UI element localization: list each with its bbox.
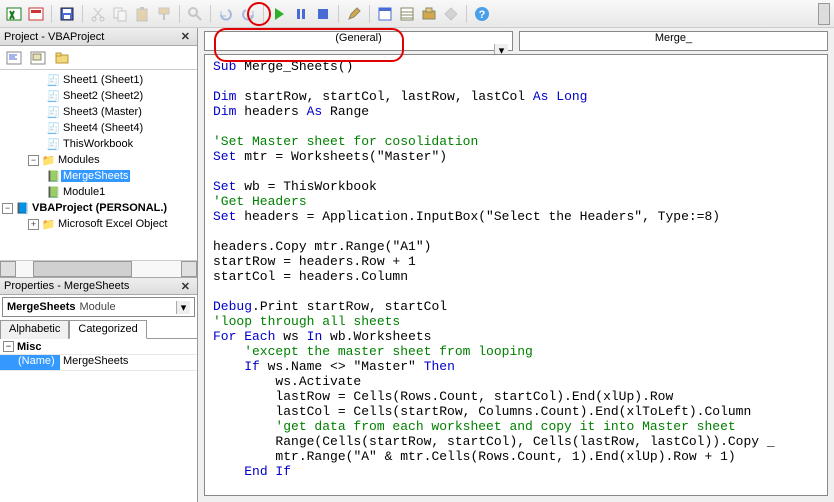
- procedure-combo-value: Merge_: [655, 32, 692, 44]
- svg-text:?: ?: [479, 9, 486, 21]
- tree-node-mergesheets[interactable]: 📗MergeSheets: [0, 168, 197, 184]
- project-tree-scrollbar[interactable]: [0, 260, 197, 277]
- code-text[interactable]: Sub Merge_Sheets() Dim startRow, startCo…: [205, 55, 827, 483]
- main-toolbar: ?: [0, 0, 834, 28]
- paste-icon[interactable]: [132, 4, 152, 24]
- project-icon: 📘: [15, 202, 30, 215]
- properties-object-combo[interactable]: MergeSheets Module ▾: [2, 297, 195, 317]
- code-pane[interactable]: Sub Merge_Sheets() Dim startRow, startCo…: [204, 54, 828, 496]
- tree-node-modules[interactable]: −📁Modules: [0, 152, 197, 168]
- properties-object-name: MergeSheets: [7, 301, 75, 313]
- tree-node-excel-objects[interactable]: +📁Microsoft Excel Object: [0, 216, 197, 232]
- expand-icon[interactable]: +: [28, 219, 39, 230]
- tree-node-personal[interactable]: −📘VBAProject (PERSONAL.): [0, 200, 197, 216]
- break-icon[interactable]: [291, 4, 311, 24]
- collapse-icon[interactable]: −: [2, 203, 13, 214]
- code-combos: (General) ▾ Merge_: [198, 28, 834, 54]
- save-icon[interactable]: [57, 4, 77, 24]
- tree-node-sheet4[interactable]: 🧾Sheet4 (Sheet4): [0, 120, 197, 136]
- reset-icon[interactable]: [313, 4, 333, 24]
- project-tree[interactable]: 🧾Sheet1 (Sheet1) 🧾Sheet2 (Sheet2) 🧾Sheet…: [0, 70, 197, 260]
- tree-node-sheet1[interactable]: 🧾Sheet1 (Sheet1): [0, 72, 197, 88]
- project-panel-close-icon[interactable]: ✕: [178, 30, 193, 43]
- tree-node-sheet3[interactable]: 🧾Sheet3 (Master): [0, 104, 197, 120]
- object-browser-icon[interactable]: [419, 4, 439, 24]
- project-explorer-icon[interactable]: [375, 4, 395, 24]
- tree-node-thisworkbook[interactable]: 🧾ThisWorkbook: [0, 136, 197, 152]
- workbook-icon: 🧾: [46, 138, 61, 151]
- collapse-icon[interactable]: −: [3, 341, 14, 352]
- properties-object-type: Module: [79, 301, 115, 313]
- properties-panel-title: Properties - MergeSheets: [4, 280, 129, 292]
- tab-alphabetic[interactable]: Alphabetic: [0, 320, 69, 339]
- folder-icon: 📁: [41, 154, 56, 167]
- toolbar-overflow[interactable]: [818, 3, 830, 25]
- undo-icon[interactable]: [216, 4, 236, 24]
- tree-node-module1[interactable]: 📗Module1: [0, 184, 197, 200]
- tab-categorized[interactable]: Categorized: [69, 320, 146, 339]
- dropdown-icon[interactable]: ▾: [176, 301, 190, 314]
- view-code-icon[interactable]: [4, 49, 24, 67]
- format-painter-icon[interactable]: [154, 4, 174, 24]
- worksheet-icon: 🧾: [46, 122, 61, 135]
- project-toolbar: [0, 46, 197, 70]
- cut-icon[interactable]: [88, 4, 108, 24]
- view-object-icon[interactable]: [28, 49, 48, 67]
- access-icon[interactable]: [26, 4, 46, 24]
- property-value[interactable]: MergeSheets: [60, 355, 197, 370]
- excel-icon[interactable]: [4, 4, 24, 24]
- help-icon[interactable]: ?: [472, 4, 492, 24]
- project-panel-header: Project - VBAProject ✕: [0, 28, 197, 46]
- properties-panel-header: Properties - MergeSheets ✕: [0, 277, 197, 295]
- tree-node-sheet2[interactable]: 🧾Sheet2 (Sheet2): [0, 88, 197, 104]
- properties-grid: −Misc (Name) MergeSheets: [0, 339, 197, 502]
- design-mode-icon[interactable]: [344, 4, 364, 24]
- properties-tabs: Alphabetic Categorized: [0, 319, 197, 339]
- find-icon[interactable]: [185, 4, 205, 24]
- toolbox-icon[interactable]: [441, 4, 461, 24]
- module-icon: 📗: [46, 186, 61, 199]
- object-combo-value: (General): [335, 32, 381, 44]
- copy-icon[interactable]: [110, 4, 130, 24]
- worksheet-icon: 🧾: [46, 74, 61, 87]
- properties-category-misc[interactable]: −Misc: [0, 339, 197, 355]
- procedure-combo[interactable]: Merge_: [519, 31, 828, 51]
- run-icon[interactable]: [269, 4, 289, 24]
- object-combo[interactable]: (General) ▾: [204, 31, 513, 51]
- folder-icon: 📁: [41, 218, 56, 231]
- redo-icon[interactable]: [238, 4, 258, 24]
- properties-row-name[interactable]: (Name) MergeSheets: [0, 355, 197, 371]
- worksheet-icon: 🧾: [46, 90, 61, 103]
- property-key: (Name): [0, 355, 60, 370]
- properties-window-icon[interactable]: [397, 4, 417, 24]
- toggle-folders-icon[interactable]: [52, 49, 72, 67]
- module-icon: 📗: [46, 170, 61, 183]
- properties-panel-close-icon[interactable]: ✕: [178, 280, 193, 293]
- collapse-icon[interactable]: −: [28, 155, 39, 166]
- worksheet-icon: 🧾: [46, 106, 61, 119]
- project-panel-title: Project - VBAProject: [4, 31, 104, 43]
